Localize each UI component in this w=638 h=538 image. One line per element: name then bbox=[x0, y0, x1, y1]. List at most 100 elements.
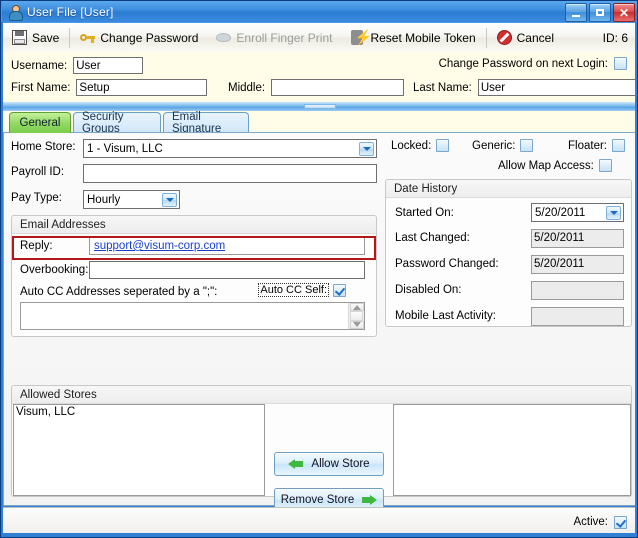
save-button-label: Save bbox=[32, 30, 60, 45]
user-file-window: User File [User] ✕ Save Change Password … bbox=[0, 0, 638, 538]
allowed-stores-title: Allowed Stores bbox=[12, 386, 631, 404]
auto-cc-scrollbar[interactable] bbox=[348, 303, 364, 329]
tab-general[interactable]: General bbox=[9, 112, 71, 133]
pay-type-value: Hourly bbox=[87, 193, 121, 206]
cancel-button[interactable]: Cancel bbox=[488, 24, 563, 51]
close-icon[interactable]: ✕ bbox=[613, 3, 635, 22]
mobile-token-icon: ⚡ bbox=[350, 30, 372, 45]
date-history-group: Date History Started On: 5/20/2011 Last … bbox=[385, 179, 632, 327]
splitter-grip[interactable] bbox=[304, 104, 336, 109]
auto-cc-self-checkbox[interactable] bbox=[333, 283, 346, 297]
password-changed-value-field: 5/20/2011 bbox=[531, 255, 624, 274]
list-item[interactable]: Visum, LLC bbox=[16, 406, 262, 418]
tab-security-groups[interactable]: Security Groups bbox=[73, 111, 161, 135]
home-store-value: 1 - Visum, LLC bbox=[87, 142, 163, 155]
first-name-input[interactable] bbox=[76, 79, 208, 96]
allow-store-button[interactable]: Allow Store bbox=[274, 452, 384, 476]
payroll-id-input[interactable] bbox=[83, 164, 377, 183]
tab-email-signature[interactable]: Email Signature bbox=[163, 111, 249, 135]
last-name-label: Last Name: bbox=[413, 81, 472, 94]
enroll-finger-print-button-label: Enroll Finger Print bbox=[236, 30, 333, 45]
username-input[interactable] bbox=[73, 57, 144, 74]
scroll-up-icon[interactable] bbox=[349, 303, 364, 312]
record-id-text: ID: 6 bbox=[602, 30, 628, 45]
auto-cc-self-label: Auto CC Self: bbox=[258, 283, 329, 297]
auto-cc-addresses-label: Auto CC Addresses seperated by a ";": bbox=[20, 286, 218, 298]
key-icon bbox=[80, 30, 96, 45]
calendar-dropdown-icon[interactable] bbox=[606, 206, 621, 220]
password-changed-value: 5/20/2011 bbox=[534, 258, 585, 270]
disabled-on-label: Disabled On: bbox=[395, 284, 462, 296]
last-changed-label: Last Changed: bbox=[395, 232, 470, 244]
arrow-left-icon bbox=[288, 458, 304, 471]
user-icon bbox=[8, 4, 23, 21]
floater-field: Floater: bbox=[568, 139, 625, 152]
reply-email-link[interactable]: support@visum-corp.com bbox=[94, 240, 225, 252]
generic-field: Generic: bbox=[472, 139, 534, 152]
allowed-stores-left-list[interactable]: Visum, LLC bbox=[13, 404, 265, 496]
change-password-next-login-label: Change Password on next Login: bbox=[438, 57, 608, 70]
last-name-input[interactable] bbox=[477, 79, 637, 96]
window-right-edge bbox=[635, 22, 637, 537]
locked-label: Locked: bbox=[391, 139, 432, 152]
change-password-next-login-checkbox[interactable] bbox=[614, 57, 627, 70]
maximize-icon[interactable] bbox=[589, 3, 611, 22]
overbooking-label: Overbooking: bbox=[20, 264, 89, 276]
change-password-button[interactable]: Change Password bbox=[71, 24, 207, 51]
middle-name-input[interactable] bbox=[271, 79, 405, 96]
allow-map-access-label: Allow Map Access: bbox=[498, 159, 594, 172]
password-changed-label: Password Changed: bbox=[395, 258, 499, 270]
started-on-combo[interactable]: 5/20/2011 bbox=[531, 203, 624, 222]
arrow-right-icon bbox=[361, 494, 378, 507]
locked-field: Locked: bbox=[391, 139, 450, 152]
window-controls: ✕ bbox=[565, 3, 635, 22]
toolbar: Save Change Password Enroll Finger Print… bbox=[3, 23, 637, 53]
active-label: Active: bbox=[573, 516, 608, 528]
home-store-combo[interactable]: 1 - Visum, LLC bbox=[83, 139, 377, 158]
generic-checkbox[interactable] bbox=[520, 139, 534, 152]
allowed-stores-right-list[interactable] bbox=[393, 404, 631, 496]
tab-page-general: Home Store: 1 - Visum, LLC Payroll ID: P… bbox=[3, 132, 637, 512]
last-changed-value-field: 5/20/2011 bbox=[531, 229, 624, 248]
scroll-down-icon[interactable] bbox=[349, 320, 364, 329]
minimize-icon[interactable] bbox=[565, 3, 587, 22]
floater-checkbox[interactable] bbox=[612, 139, 625, 152]
home-store-label: Home Store: bbox=[11, 141, 76, 153]
change-password-button-label: Change Password bbox=[100, 30, 199, 45]
overbooking-input[interactable] bbox=[89, 261, 365, 279]
locked-checkbox[interactable] bbox=[436, 139, 450, 152]
username-label: Username: bbox=[11, 59, 68, 72]
first-name-label: First Name: bbox=[11, 81, 71, 94]
fingerprint-icon bbox=[216, 30, 232, 45]
tab-general-label: General bbox=[19, 117, 61, 129]
window-left-edge bbox=[1, 22, 3, 537]
last-changed-value: 5/20/2011 bbox=[534, 232, 585, 244]
floater-label: Floater: bbox=[568, 139, 607, 152]
reset-mobile-token-button[interactable]: ⚡ Reset Mobile Token bbox=[341, 24, 484, 51]
window-title: User File [User] bbox=[27, 4, 114, 19]
title-bar[interactable]: User File [User] ✕ bbox=[2, 1, 637, 22]
window-bottom-edge bbox=[1, 533, 637, 537]
chevron-down-icon[interactable] bbox=[359, 142, 374, 156]
allow-store-button-label: Allow Store bbox=[311, 458, 370, 470]
started-on-label: Started On: bbox=[395, 207, 454, 219]
email-addresses-title: Email Addresses bbox=[12, 216, 376, 234]
allow-map-access-checkbox[interactable] bbox=[598, 159, 612, 172]
status-bar: Active: bbox=[3, 507, 637, 536]
reply-field[interactable]: support@visum-corp.com bbox=[89, 237, 365, 255]
cancel-button-label: Cancel bbox=[516, 30, 554, 45]
enroll-finger-print-button: Enroll Finger Print bbox=[207, 24, 341, 51]
save-button[interactable]: Save bbox=[3, 24, 68, 51]
middle-name-label: Middle: bbox=[228, 81, 266, 94]
started-on-value: 5/20/2011 bbox=[535, 206, 586, 219]
auto-cc-addresses-textarea[interactable] bbox=[20, 302, 365, 330]
reply-label: Reply: bbox=[20, 240, 53, 252]
splitter-bar[interactable] bbox=[3, 102, 637, 111]
chevron-down-icon-2[interactable] bbox=[162, 193, 177, 207]
payroll-id-label: Payroll ID: bbox=[11, 166, 65, 178]
date-history-title: Date History bbox=[386, 180, 631, 198]
scrollbar-thumb[interactable] bbox=[350, 311, 363, 321]
toolbar-separator bbox=[69, 27, 71, 48]
pay-type-combo[interactable]: Hourly bbox=[83, 190, 180, 209]
active-checkbox[interactable] bbox=[614, 515, 627, 529]
